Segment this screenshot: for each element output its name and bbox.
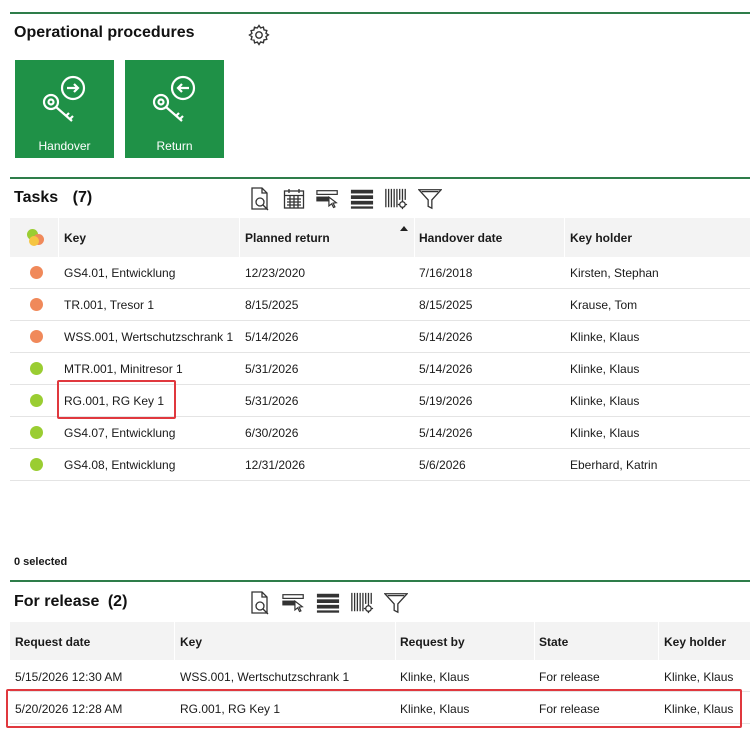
column-header-request-by[interactable]: Request by — [400, 635, 465, 649]
status-dot-icon — [30, 266, 43, 279]
release-title-text: For release — [14, 593, 100, 610]
column-header-state[interactable]: State — [539, 635, 568, 649]
cell-handover: 5/14/2026 — [419, 426, 473, 440]
cell-holder: Krause, Tom — [570, 298, 638, 312]
status-dot-icon — [30, 330, 43, 343]
column-settings-icon[interactable] — [384, 187, 408, 211]
cell-handover: 5/14/2026 — [419, 362, 473, 376]
column-header-planned-return[interactable]: Planned return — [245, 231, 330, 245]
table-row[interactable]: GS4.01, Entwicklung 12/23/2020 7/16/2018 Ki… — [10, 257, 750, 289]
cell-key: GS4.01, Entwicklung — [64, 266, 176, 280]
selected-count: 0 selected — [14, 556, 68, 568]
status-dot-icon — [30, 298, 43, 311]
cell-key: GS4.08, Entwicklung — [64, 458, 176, 472]
tasks-table: Key Planned return Handover date Key hol… — [10, 218, 750, 481]
status-dot-icon — [30, 426, 43, 439]
cell-handover: 7/16/2018 — [419, 266, 473, 280]
cell-planned: 12/31/2026 — [245, 458, 306, 472]
column-header-handover-date[interactable]: Handover date — [419, 231, 502, 245]
cell-holder: Klinke, Klaus — [570, 330, 640, 344]
cell-state: For release — [539, 670, 600, 684]
cell-key: MTR.001, Minitresor 1 — [64, 362, 183, 376]
top-divider — [10, 12, 750, 14]
tasks-table-header: Key Planned return Handover date Key hol… — [10, 218, 750, 257]
tasks-toolbar — [248, 187, 452, 211]
cell-key: WSS.001, Wertschutzschrank 1 — [180, 670, 350, 684]
return-button[interactable]: Return — [125, 60, 224, 158]
gear-icon[interactable] — [247, 23, 271, 50]
handover-label: Handover — [38, 139, 91, 153]
filter-icon[interactable] — [418, 187, 442, 211]
cell-planned: 5/31/2026 — [245, 394, 299, 408]
rows-list-icon[interactable] — [316, 591, 340, 615]
cell-planned: 5/14/2026 — [245, 330, 299, 344]
status-dot-icon — [30, 362, 43, 375]
preview-icon[interactable] — [248, 187, 272, 211]
operational-procedures-title: Operational procedures — [14, 24, 195, 41]
sort-ascending-icon — [400, 226, 408, 231]
tasks-title: Tasks (7) — [14, 189, 92, 207]
tasks-title-text: Tasks — [14, 189, 59, 206]
column-header-key-holder[interactable]: Key holder — [570, 231, 632, 245]
release-count: (2) — [107, 593, 128, 610]
release-table-header: Request date Key Request by State Key ho… — [10, 622, 750, 660]
table-row[interactable]: GS4.07, Entwicklung 6/30/2026 5/14/2026 Kli… — [10, 417, 750, 449]
cell-holder: Klinke, Klaus — [570, 426, 640, 440]
tasks-count: (7) — [72, 189, 93, 206]
status-dot-icon — [30, 394, 43, 407]
key-return-icon — [152, 75, 196, 122]
cell-planned: 12/23/2020 — [245, 266, 306, 280]
cell-key: TR.001, Tresor 1 — [64, 298, 155, 312]
handover-button[interactable]: Handover — [15, 60, 114, 158]
cell-by: Klinke, Klaus — [400, 670, 470, 684]
cell-holder: Klinke, Klaus — [664, 670, 734, 684]
cell-planned: 8/15/2025 — [245, 298, 299, 312]
cell-key: GS4.07, Entwicklung — [64, 426, 176, 440]
status-dot-icon — [30, 458, 43, 471]
highlight-box-tasks — [57, 380, 176, 419]
cell-planned: 6/30/2026 — [245, 426, 299, 440]
cell-holder: Klinke, Klaus — [570, 362, 640, 376]
release-toolbar — [248, 591, 418, 615]
column-header-key[interactable]: Key — [180, 635, 202, 649]
release-divider — [10, 580, 750, 582]
filter-icon[interactable] — [384, 591, 408, 615]
release-title: For release (2) — [14, 593, 127, 611]
cell-planned: 5/31/2026 — [245, 362, 299, 376]
cell-handover: 8/15/2025 — [419, 298, 473, 312]
cell-holder: Eberhard, Katrin — [570, 458, 658, 472]
cell-key: WSS.001, Wertschutzschrank 1 — [64, 330, 234, 344]
tasks-divider — [10, 177, 750, 179]
highlight-box-release — [6, 689, 742, 728]
table-row[interactable]: WSS.001, Wertschutzschrank 1 5/14/2026 5/1… — [10, 321, 750, 353]
cell-handover: 5/19/2026 — [419, 394, 473, 408]
column-header-key[interactable]: Key — [64, 231, 86, 245]
table-row[interactable]: GS4.08, Entwicklung 12/31/2026 5/6/2026 Ebe… — [10, 449, 750, 481]
cell-holder: Kirsten, Stephan — [570, 266, 659, 280]
column-header-key-holder[interactable]: Key holder — [664, 635, 726, 649]
rows-list-icon[interactable] — [350, 187, 374, 211]
select-rows-icon[interactable] — [316, 187, 340, 211]
select-rows-icon[interactable] — [282, 591, 306, 615]
preview-icon[interactable] — [248, 591, 272, 615]
table-row[interactable]: TR.001, Tresor 1 8/15/2025 8/15/2025 Krause… — [10, 289, 750, 321]
cell-date: 5/15/2026 12:30 AM — [15, 670, 123, 684]
status-column-icon — [27, 229, 45, 247]
calendar-icon[interactable] — [282, 187, 306, 211]
return-label: Return — [156, 139, 193, 153]
cell-handover: 5/14/2026 — [419, 330, 473, 344]
cell-handover: 5/6/2026 — [419, 458, 466, 472]
key-handover-icon — [42, 75, 86, 122]
cell-holder: Klinke, Klaus — [570, 394, 640, 408]
column-settings-icon[interactable] — [350, 591, 374, 615]
table-row[interactable]: 5/15/2026 12:30 AM WSS.001, Wertschutzsch… — [10, 660, 750, 692]
column-header-request-date[interactable]: Request date — [15, 635, 90, 649]
